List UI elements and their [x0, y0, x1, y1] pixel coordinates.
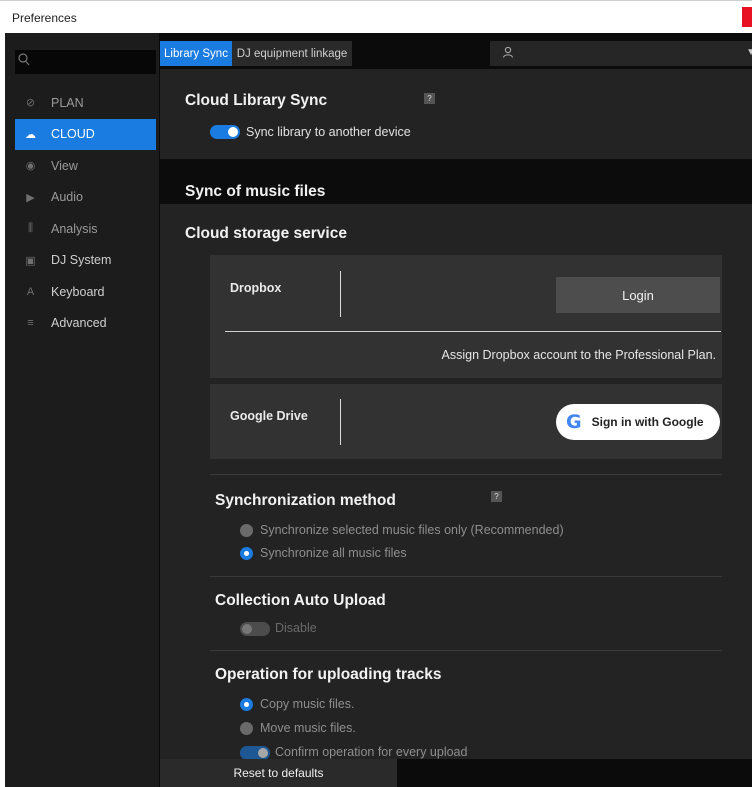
sidebar-item-label: DJ System: [51, 253, 112, 268]
dropbox-card: Dropbox Login Assign Dropbox account to …: [210, 255, 722, 378]
window-title: Preferences: [12, 11, 77, 25]
title-bar: Preferences: [0, 0, 752, 33]
search-icon: [18, 53, 32, 69]
sidebar-item-audio[interactable]: ▶ Audio: [15, 182, 156, 214]
sidebar-item-plan[interactable]: ⊘ PLAN: [15, 87, 156, 119]
account-dropdown[interactable]: ▼: [490, 41, 752, 66]
sidebar-item-label: Keyboard: [51, 284, 105, 299]
divider: [210, 576, 722, 577]
main-panel: Cloud Library Sync ? Sync library to ano…: [160, 69, 752, 759]
sidebar-item-cloud[interactable]: ☁ CLOUD: [15, 118, 156, 150]
divider: [225, 331, 721, 332]
sidebar-nav: ⊘ PLAN ☁ CLOUD ◉ View ▶ Audio ⫼ Analysis…: [15, 87, 156, 339]
collection-upload-title: Collection Auto Upload: [215, 592, 386, 609]
divider: [340, 271, 341, 317]
menu-icon: ≡: [27, 317, 34, 330]
tab-strip: Library Sync DJ equipment linkage ▼: [160, 37, 752, 69]
sidebar-item-label: Audio: [51, 190, 83, 205]
dropbox-label: Dropbox: [230, 281, 282, 295]
sidebar: ⊘ PLAN ☁ CLOUD ◉ View ▶ Audio ⫼ Analysis…: [5, 33, 159, 787]
sidebar-item-dj-system[interactable]: ▣ DJ System: [15, 245, 156, 277]
dropbox-login-button[interactable]: Login: [556, 277, 720, 313]
dropbox-assign-text: Assign Dropbox account to the Profession…: [441, 348, 716, 362]
user-icon: [502, 46, 516, 60]
radio-sync-selected[interactable]: [240, 524, 253, 537]
reset-defaults-button[interactable]: Reset to defaults: [160, 759, 397, 787]
eye-icon: ◉: [25, 160, 36, 173]
google-drive-card: Google Drive G Sign in with Google: [210, 384, 722, 459]
radio-sync-all-label: Synchronize all music files: [260, 546, 407, 560]
keyboard-icon: A: [26, 285, 35, 298]
radio-move-files-label: Move music files.: [260, 721, 356, 735]
radio-sync-selected-label: Synchronize selected music files only (R…: [260, 523, 564, 537]
sidebar-item-label: PLAN: [51, 95, 84, 110]
sidebar-item-label: Advanced: [51, 316, 107, 331]
close-button[interactable]: [742, 7, 752, 27]
radio-sync-all[interactable]: [240, 547, 253, 560]
google-drive-label: Google Drive: [230, 409, 308, 423]
radio-move-files[interactable]: [240, 722, 253, 735]
search-input[interactable]: [15, 50, 156, 74]
sidebar-item-label: View: [51, 158, 78, 173]
cloud-icon: ☁: [25, 128, 36, 141]
cloud-storage-title: Cloud storage service: [185, 225, 347, 242]
tab-dj-equipment-linkage[interactable]: DJ equipment linkage: [232, 41, 352, 66]
google-signin-label: Sign in with Google: [591, 415, 704, 429]
collection-upload-toggle[interactable]: [240, 622, 270, 636]
dj-system-icon: ▣: [25, 254, 36, 267]
speaker-icon: ▶: [26, 191, 35, 204]
google-signin-button[interactable]: G Sign in with Google: [556, 404, 720, 440]
sidebar-item-label: CLOUD: [51, 127, 95, 142]
sidebar-item-advanced[interactable]: ≡ Advanced: [15, 308, 156, 340]
google-logo-icon: G: [566, 411, 582, 433]
help-icon[interactable]: ?: [491, 491, 502, 502]
sync-music-files-title: Sync of music files: [185, 183, 326, 200]
waveform-icon: ⫼: [27, 222, 34, 235]
confirm-upload-toggle[interactable]: [240, 746, 270, 759]
sync-method-title: Synchronization method: [215, 492, 396, 509]
plan-icon: ⊘: [25, 97, 36, 110]
sidebar-item-view[interactable]: ◉ View: [15, 150, 156, 182]
radio-copy-files-label: Copy music files.: [260, 697, 355, 711]
divider: [210, 650, 722, 651]
upload-operation-title: Operation for uploading tracks: [215, 666, 442, 683]
sidebar-item-keyboard[interactable]: A Keyboard: [15, 276, 156, 308]
help-icon[interactable]: ?: [424, 93, 435, 104]
confirm-upload-label: Confirm operation for every upload: [275, 745, 468, 759]
divider: [210, 474, 722, 475]
radio-copy-files[interactable]: [240, 698, 253, 711]
sidebar-item-analysis[interactable]: ⫼ Analysis: [15, 213, 156, 245]
tab-library-sync[interactable]: Library Sync: [160, 41, 232, 66]
footer-bar: Reset to defaults: [160, 759, 752, 787]
cloud-library-sync-title: Cloud Library Sync: [185, 92, 328, 109]
sync-library-toggle[interactable]: [210, 125, 240, 139]
sidebar-item-label: Analysis: [51, 221, 98, 236]
collection-upload-toggle-label: Disable: [275, 621, 317, 635]
sync-toggle-label: Sync library to another device: [246, 125, 411, 139]
chevron-down-icon: ▼: [746, 47, 752, 58]
divider: [340, 399, 341, 445]
